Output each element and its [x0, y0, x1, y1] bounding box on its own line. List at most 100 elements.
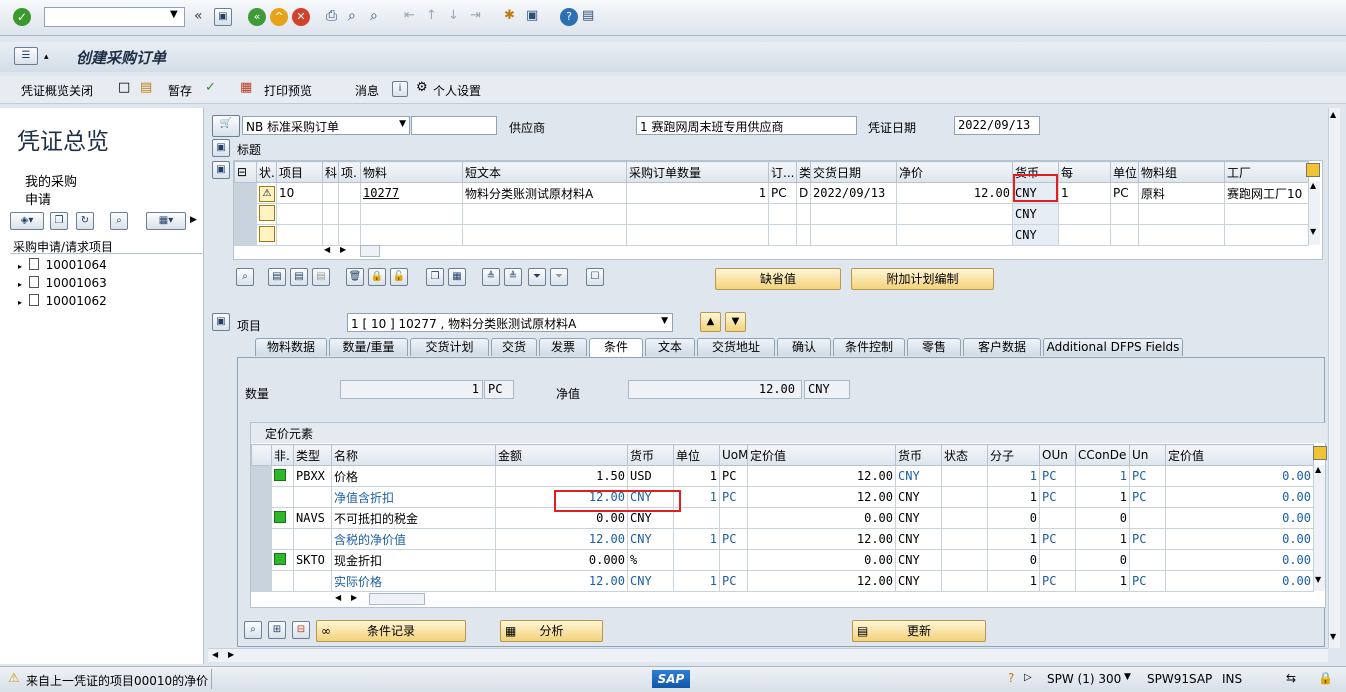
shortcut-icon[interactable]: ▣ — [526, 8, 538, 23]
table-cell[interactable]: 1 — [987, 486, 1040, 508]
print-preview-button[interactable]: 打印预览 — [264, 82, 312, 99]
table-cell[interactable]: 1 — [1075, 528, 1130, 550]
table-cell[interactable]: PC — [1110, 182, 1139, 204]
table-cell[interactable]: 1 — [987, 465, 1040, 487]
column-header[interactable]: 短文本 — [462, 161, 627, 183]
table-cell[interactable] — [322, 224, 339, 246]
scroll-down-icon[interactable]: ▼ — [1315, 575, 1321, 584]
default-values-button[interactable]: 缺省值 — [715, 268, 841, 290]
table-cell[interactable] — [673, 549, 720, 571]
table-cell[interactable]: 12.00 — [495, 570, 628, 592]
column-header[interactable]: Un — [1129, 444, 1166, 466]
table-cell[interactable]: 0.000 — [495, 549, 628, 571]
table-row[interactable]: CNY — [234, 224, 1309, 246]
status-arrow-icon[interactable]: ▷ — [1024, 672, 1032, 683]
table-cell[interactable]: D — [796, 182, 811, 204]
hold-icon[interactable]: ▤ — [140, 80, 152, 95]
scroll-left-icon[interactable]: ◀ — [324, 245, 330, 254]
items-expand-icon[interactable]: ▣ — [212, 161, 230, 179]
table-cell[interactable]: PBXX — [293, 465, 332, 487]
tree-item[interactable]: ▸ 10001062 — [18, 294, 107, 312]
table-cell[interactable] — [271, 549, 294, 571]
table-cell[interactable]: 2022/09/13 — [810, 182, 897, 204]
column-header[interactable]: 单位 — [673, 444, 720, 466]
table-cell[interactable]: CNY — [895, 528, 942, 550]
table-cell[interactable]: PC — [1129, 486, 1166, 508]
table-cell[interactable]: CNY — [895, 507, 942, 529]
column-header[interactable]: 分子 — [987, 444, 1040, 466]
last-page-icon[interactable]: ⇥ — [470, 8, 481, 23]
tab-conditions[interactable]: 条件 — [589, 338, 643, 357]
table-cell[interactable] — [1039, 507, 1076, 529]
table-cell[interactable]: 0.00 — [1165, 507, 1314, 529]
column-header[interactable]: 状. — [256, 161, 277, 183]
scroll-down-icon[interactable]: ▼ — [1310, 227, 1316, 236]
table-cell[interactable]: PC — [719, 570, 748, 592]
move-item-icon[interactable]: ▤ — [290, 268, 308, 286]
table-cell[interactable] — [941, 486, 988, 508]
po-number-field[interactable] — [411, 116, 497, 135]
table-cell[interactable] — [271, 570, 294, 592]
more-icon[interactable]: ▶ — [190, 215, 197, 225]
table-cell[interactable] — [1224, 224, 1309, 246]
menu-icon[interactable]: ☰ — [14, 47, 38, 65]
table-cell[interactable]: 赛跑网工厂10 — [1224, 182, 1309, 204]
scroll-down-icon[interactable]: ▼ — [1330, 632, 1336, 641]
status-help-icon[interactable]: ? — [1008, 671, 1014, 685]
table-cell[interactable] — [322, 182, 339, 204]
first-page-icon[interactable]: ⇤ — [404, 8, 415, 23]
column-header[interactable]: 非. — [271, 444, 294, 466]
my-purchase-link[interactable]: 我的采购 — [25, 171, 77, 190]
table-cell[interactable]: 12.00 — [747, 465, 896, 487]
table-cell[interactable] — [941, 528, 988, 550]
tab-delivery[interactable]: 交货 — [491, 338, 537, 356]
table-cell[interactable]: CNY — [895, 465, 942, 487]
table-cell[interactable]: PC — [768, 182, 797, 204]
table-cell[interactable]: 不可抵扣的税金 — [331, 507, 496, 529]
condition-record-button[interactable]: ∞ 条件记录 — [316, 620, 466, 642]
table-cell[interactable] — [719, 549, 748, 571]
table-cell[interactable] — [1138, 224, 1225, 246]
column-header[interactable]: 类型 — [293, 444, 332, 466]
table-cell[interactable]: SKTO — [293, 549, 332, 571]
scroll-left-icon[interactable]: ◀ — [335, 593, 341, 602]
save-icon[interactable]: ▣ — [214, 8, 232, 26]
input-mode[interactable]: INS — [1222, 672, 1242, 686]
request-link[interactable]: 申请 — [25, 189, 51, 208]
table-cell[interactable] — [1129, 549, 1166, 571]
table-cell[interactable]: 1 — [1075, 570, 1130, 592]
command-field[interactable] — [44, 7, 185, 27]
table-cell[interactable]: 价格 — [331, 465, 496, 487]
table-cell[interactable] — [338, 182, 361, 204]
table-cell[interactable] — [360, 224, 463, 246]
column-settings-icon[interactable] — [1306, 163, 1320, 177]
table-cell[interactable] — [896, 224, 1013, 246]
tab-texts[interactable]: 文本 — [645, 338, 695, 356]
table-cell[interactable] — [1110, 224, 1139, 246]
table-cell[interactable] — [1110, 203, 1139, 225]
print-icon[interactable]: ⎙ — [326, 8, 337, 24]
print-preview-icon[interactable]: ▦ — [240, 80, 252, 95]
previous-item-button[interactable]: ▲ — [700, 312, 721, 332]
tree-item[interactable]: ▸ 10001063 — [18, 276, 107, 294]
column-header[interactable]: 名称 — [331, 444, 496, 466]
table-row[interactable]: SKTO 现金折扣 0.000% 0.00 CNY 0 0 0.00 — [251, 549, 1314, 571]
expand-icon[interactable]: ▸ — [18, 262, 22, 271]
table-row[interactable]: CNY — [234, 203, 1309, 225]
table-cell[interactable]: ⚠ — [256, 182, 277, 204]
tab-additional-dfps[interactable]: Additional DFPS Fields — [1043, 338, 1183, 356]
column-header[interactable]: 定价值 — [1165, 444, 1314, 466]
column-header[interactable]: 科 — [322, 161, 339, 183]
column-header[interactable]: 工厂 — [1224, 161, 1309, 183]
prev-page-icon[interactable]: ↑ — [426, 8, 437, 23]
command-dropdown-icon[interactable]: ▼ — [170, 9, 178, 20]
table-cell[interactable]: CNY — [1012, 203, 1059, 225]
row-selector[interactable] — [251, 507, 272, 529]
item-details-icon[interactable]: ⌕ — [236, 268, 254, 286]
expand-icon[interactable]: ▸ — [18, 298, 22, 307]
row-selector[interactable] — [251, 528, 272, 550]
tab-retail[interactable]: 零售 — [907, 338, 961, 356]
messages-button[interactable]: 消息 — [355, 82, 379, 99]
table-cell[interactable]: 1 — [1075, 486, 1130, 508]
table-cell[interactable]: 0 — [1075, 549, 1130, 571]
